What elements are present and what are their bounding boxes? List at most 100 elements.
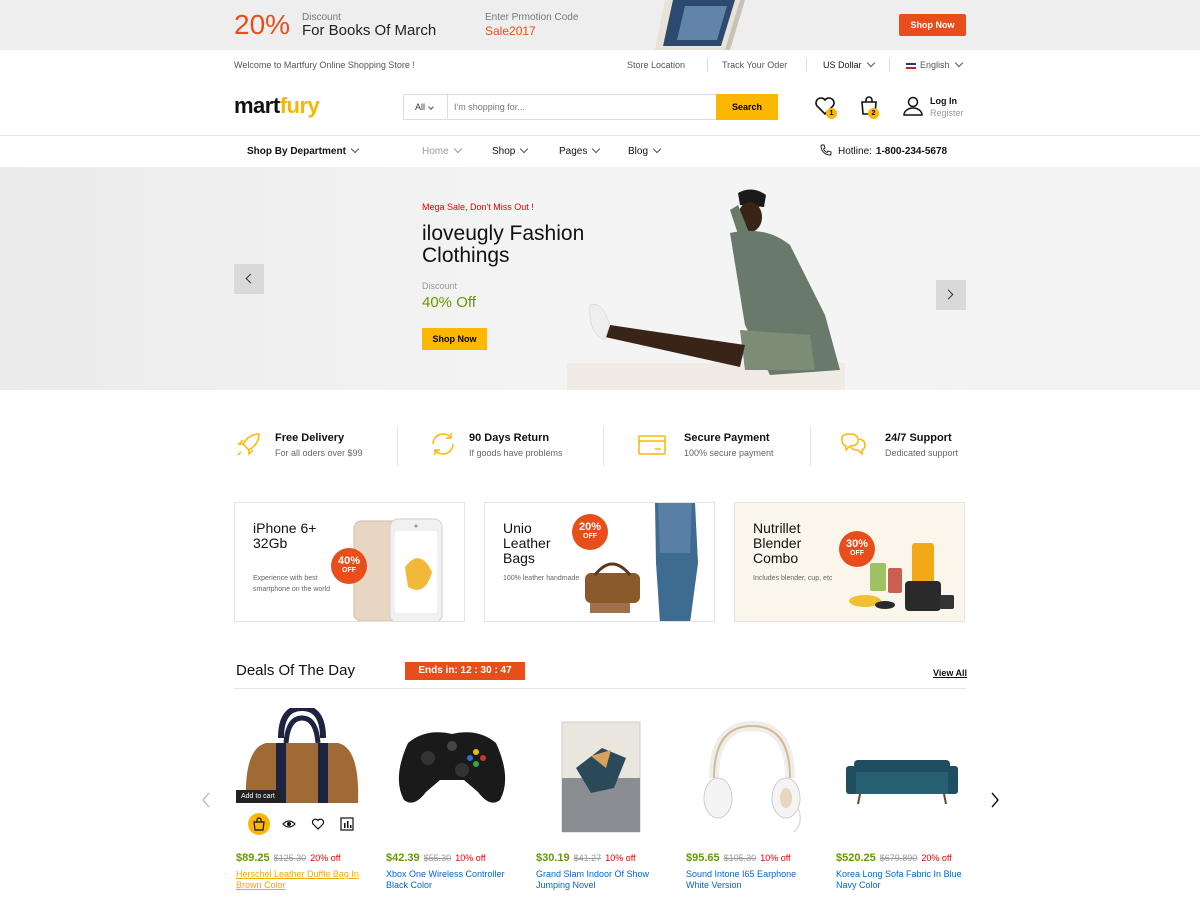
nav-item-pages[interactable]: Pages <box>559 144 601 157</box>
divider <box>707 58 708 72</box>
discount-off-label: OFF <box>583 533 597 540</box>
divider <box>234 688 966 689</box>
add-to-cart-tooltip: Add to cart <box>236 790 280 803</box>
nav-item-shop[interactable]: Shop <box>492 144 529 157</box>
product-image <box>561 721 641 833</box>
search-bar: All Search <box>403 94 778 120</box>
deals-title: Deals Of The Day <box>236 662 355 679</box>
feature-subtitle: For all oders over $99 <box>275 448 363 458</box>
compare-chart-icon[interactable] <box>340 817 354 831</box>
product-actions <box>248 813 368 835</box>
department-label: Shop By Department <box>247 146 346 157</box>
currency-selector[interactable]: US Dollar <box>823 58 875 70</box>
register-link[interactable]: Register <box>930 108 964 118</box>
chat-icon <box>841 433 866 456</box>
product-image <box>703 720 801 833</box>
promo-card-subtitle: Includes blender, cup, etc <box>753 575 833 582</box>
hero-banner: Mega Sale, Don't Miss Out ! iloveugly Fa… <box>0 167 1200 390</box>
currency-label: US Dollar <box>823 60 862 70</box>
main-nav: Shop By Department Home Shop Pages Blog … <box>0 136 1200 167</box>
feature-secure-payment: Secure Payment 100% secure payment <box>637 426 797 466</box>
feature-90-days-return: 90 Days Return If goods have problems <box>429 426 589 466</box>
login-link[interactable]: Log In <box>930 96 957 106</box>
hero-next-button[interactable] <box>936 280 966 310</box>
current-price: $42.39 <box>386 852 420 864</box>
hero-tag: Mega Sale, Don't Miss Out ! <box>422 202 534 212</box>
product-card[interactable]: $95.65 $105.30 10% off Sound Intone I65 Ea… <box>686 708 818 898</box>
promo-card-iphone[interactable]: iPhone 6+ 32Gb Experience with best smar… <box>234 502 465 622</box>
top-bar: Welcome to Martfury Online Shopping Stor… <box>0 50 1200 80</box>
promo-discount-title: For Books Of March <box>302 22 437 39</box>
product-price: $95.65 $105.30 10% off <box>686 852 791 864</box>
product-name-link[interactable]: Grand Slam Indoor Of Show Jumping Novel <box>536 869 668 891</box>
product-card[interactable]: $30.19 $41.27 10% off Grand Slam Indoor Of… <box>536 708 668 898</box>
promo-card-leather-bags[interactable]: Unio Leather Bags 100% leather handmade … <box>484 502 715 622</box>
hero-prev-button[interactable] <box>234 264 264 294</box>
search-category-select[interactable]: All <box>404 95 448 119</box>
nav-item-blog[interactable]: Blog <box>628 144 662 157</box>
feature-title: Secure Payment <box>684 432 770 444</box>
uk-flag-icon <box>906 62 916 69</box>
hotline-label: Hotline: <box>838 146 872 157</box>
view-all-link[interactable]: View All <box>933 668 967 678</box>
hero-discount-label: Discount <box>422 281 458 291</box>
language-label: English <box>920 60 950 70</box>
discount-off-label: OFF <box>342 567 356 574</box>
discount-percent: 20% <box>578 521 602 533</box>
promo-code-label: Enter Prmotion Code <box>485 12 579 23</box>
promo-shop-now-button[interactable]: Shop Now <box>899 14 966 36</box>
product-name-link[interactable]: Xbox One Wireless Controller Black Color <box>386 869 518 891</box>
language-selector[interactable]: English <box>906 58 963 70</box>
promo-card-subtitle: 100% leather handmade <box>503 575 580 582</box>
search-button[interactable]: Search <box>716 94 778 120</box>
chevron-down-icon <box>453 144 462 154</box>
product-image <box>398 732 506 803</box>
promo-code: Sale2017 <box>485 24 536 38</box>
discount-label: 10% off <box>760 853 791 863</box>
shop-by-department-menu[interactable]: Shop By Department <box>247 144 360 157</box>
product-price: $30.19 $41.27 10% off <box>536 852 636 864</box>
old-price: $55.30 <box>423 853 452 863</box>
discount-percent: 30% <box>845 538 869 550</box>
product-name-link[interactable]: Sound Intone I65 Earphone White Version <box>686 869 818 891</box>
product-price: $42.39 $55.30 10% off <box>386 852 486 864</box>
wishlist-heart-icon[interactable] <box>311 817 325 831</box>
product-card[interactable]: $89.25 $125.30 20% off Herschel Leather Du… <box>236 708 368 898</box>
add-to-cart-icon[interactable] <box>248 813 270 835</box>
refresh-icon <box>432 433 454 455</box>
product-price: $89.25 $125.30 20% off <box>236 852 341 864</box>
discount-label: 10% off <box>455 853 486 863</box>
deals-prev-button[interactable] <box>201 792 211 808</box>
product-name-link[interactable]: Korea Long Sofa Fabric In Blue Navy Colo… <box>836 869 968 891</box>
nav-item-label: Home <box>422 146 449 157</box>
old-price: $105.30 <box>723 853 757 863</box>
divider <box>889 58 890 72</box>
divider <box>806 58 807 72</box>
promo-percent: 20% <box>234 9 291 40</box>
wishlist-button[interactable]: 1 <box>813 94 837 119</box>
quick-view-eye-icon[interactable] <box>282 817 296 831</box>
feature-support: 24/7 Support Dedicated support <box>838 426 968 466</box>
old-price: $41.27 <box>573 853 602 863</box>
promo-card-blender[interactable]: Nutrillet Blender Combo Includes blender… <box>734 502 965 622</box>
store-location-link[interactable]: Store Location <box>627 60 685 70</box>
welcome-text: Welcome to Martfury Online Shopping Stor… <box>234 60 415 70</box>
cart-button[interactable]: 2 <box>857 94 881 119</box>
feature-title: 90 Days Return <box>469 432 550 444</box>
old-price: $679.890 <box>879 853 918 863</box>
promo-card-subtitle: Experience with best smartphone on the w… <box>253 575 331 593</box>
chevron-down-icon <box>592 144 601 154</box>
product-card[interactable]: $520.25 $679.890 20% off Korea Long Sofa F… <box>836 708 968 898</box>
nav-item-home[interactable]: Home <box>422 144 462 157</box>
chevron-down-icon <box>652 144 662 154</box>
logo[interactable]: martfury <box>234 93 320 119</box>
product-name-link[interactable]: Herschel Leather Duffle Bag In Brown Col… <box>236 869 368 891</box>
search-input[interactable] <box>454 98 709 116</box>
account-button[interactable] <box>901 94 925 118</box>
deals-next-button[interactable] <box>990 792 1000 808</box>
product-card[interactable]: $42.39 $55.30 10% off Xbox One Wireless Co… <box>386 708 518 898</box>
hero-shop-now-button[interactable]: Shop Now <box>422 328 487 350</box>
track-order-link[interactable]: Track Your Oder <box>722 60 787 70</box>
chevron-left-icon <box>245 273 256 284</box>
feature-title: 24/7 Support <box>885 432 952 444</box>
